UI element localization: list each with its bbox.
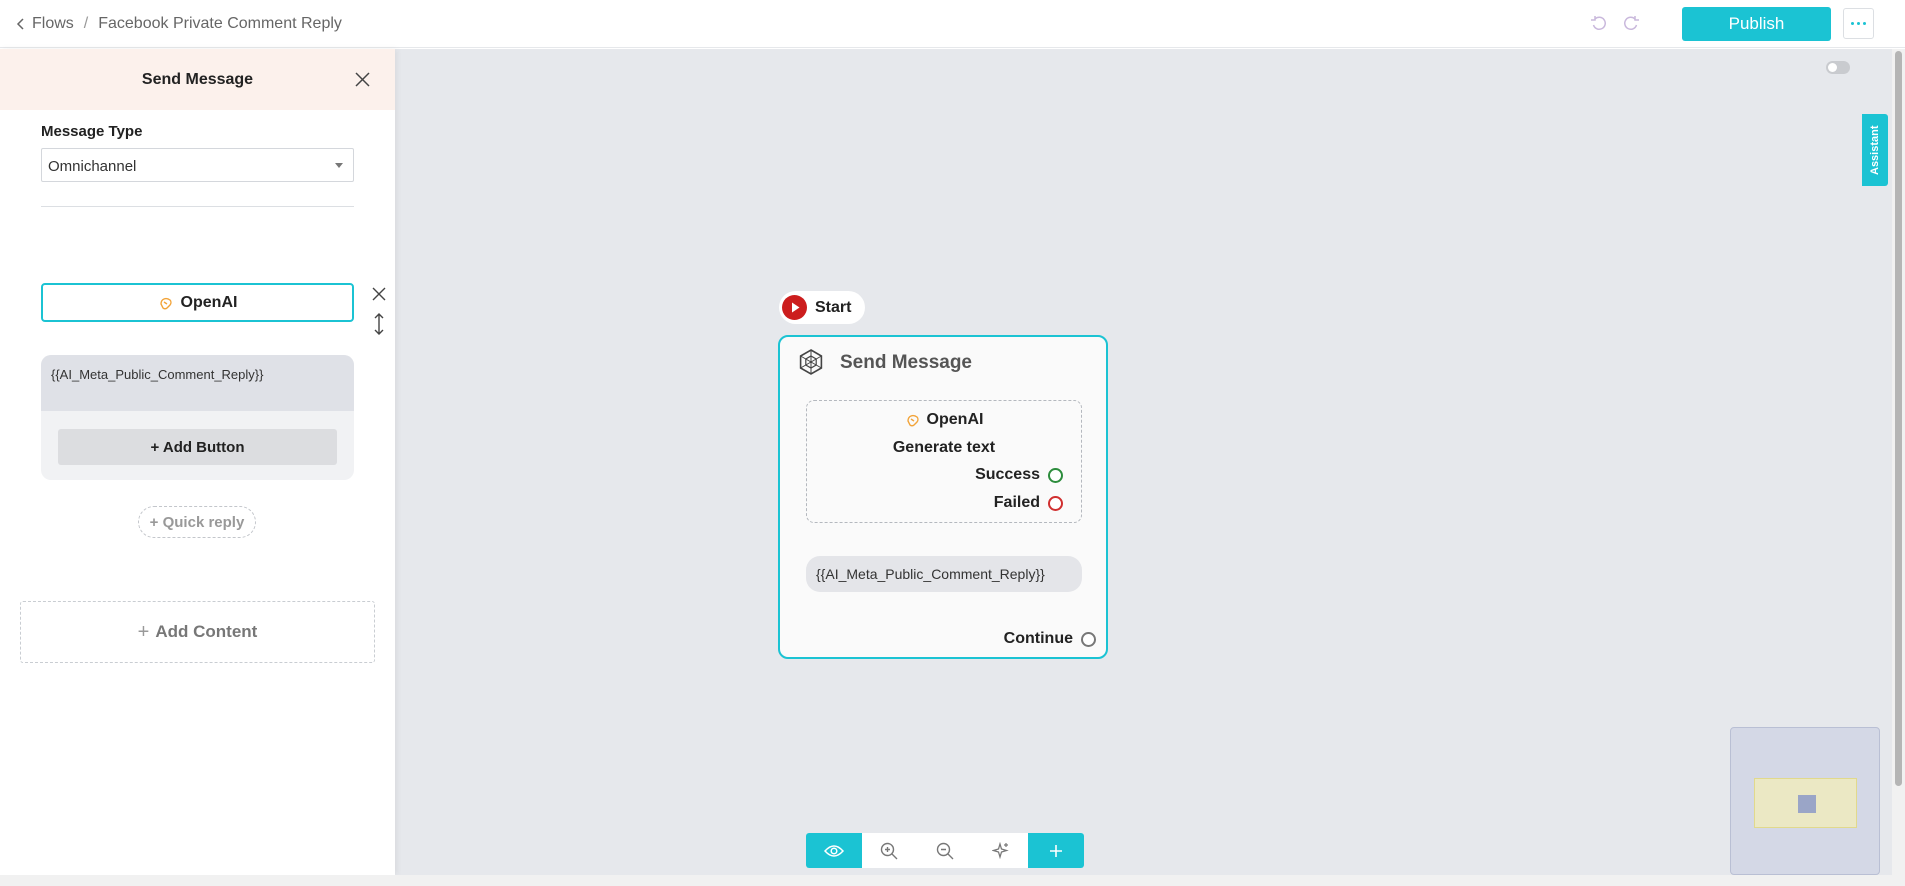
failed-label: Failed — [993, 494, 1040, 511]
openai-content-card[interactable]: OpenAI — [41, 283, 354, 322]
caret-down-icon — [335, 163, 343, 168]
canvas-toolbar — [806, 833, 1084, 868]
scrollbar-thumb[interactable] — [1895, 51, 1902, 786]
close-icon[interactable] — [354, 71, 371, 88]
breadcrumb-separator: / — [83, 15, 89, 32]
add-content-label: Add Content — [155, 622, 258, 641]
zoom-out-icon — [936, 842, 954, 859]
message-content-box: {{AI_Meta_Public_Comment_Reply}} + Add B… — [41, 355, 354, 480]
assistant-tab[interactable]: Assistant — [1862, 114, 1888, 186]
breadcrumb-current: Facebook Private Comment Reply — [98, 15, 342, 32]
node-title: Send Message — [840, 352, 972, 373]
openai-action: Generate text — [892, 439, 996, 456]
plus-icon — [1050, 844, 1063, 857]
publish-button[interactable]: Publish — [1682, 7, 1831, 41]
panel-title: Send Message — [141, 70, 254, 88]
message-type-select[interactable]: Omnichannel — [41, 148, 354, 182]
message-type-value: Omnichannel — [48, 158, 137, 175]
panel-header: Send Message — [0, 49, 395, 110]
play-icon — [782, 295, 807, 320]
openai-card-label: OpenAI — [180, 293, 238, 311]
drag-handle-icon[interactable] — [373, 313, 385, 335]
add-button-button[interactable]: + Add Button — [58, 429, 337, 465]
quick-reply-button[interactable]: + Quick reply — [138, 506, 256, 538]
canvas-toggle[interactable] — [1826, 61, 1850, 74]
zoom-in-icon — [881, 842, 898, 859]
minimap[interactable] — [1730, 727, 1880, 875]
undo-icon[interactable] — [1590, 15, 1608, 33]
plus-icon: + — [137, 620, 150, 643]
success-label: Success — [975, 466, 1040, 483]
sparkle-icon — [991, 841, 1009, 859]
vertical-scrollbar[interactable] — [1892, 49, 1905, 886]
continue-label: Continue — [1003, 630, 1073, 647]
send-message-node[interactable]: Send Message OpenAI Generate text Succes… — [778, 335, 1108, 659]
success-port[interactable] — [1048, 467, 1063, 483]
breadcrumb-flows-link[interactable]: Flows — [32, 15, 74, 33]
minimap-viewport[interactable] — [1754, 778, 1857, 828]
breadcrumb: Flows / Facebook Private Comment Reply — [14, 0, 342, 48]
openai-icon — [159, 297, 172, 309]
start-node[interactable]: Start — [779, 291, 865, 324]
start-label: Start — [815, 298, 852, 316]
message-type-label: Message Type — [41, 123, 143, 140]
horizontal-scrollbar[interactable] — [0, 875, 1892, 886]
failed-port[interactable] — [1048, 495, 1063, 511]
more-options-button[interactable] — [1843, 8, 1874, 39]
eye-icon — [823, 844, 844, 857]
preview-button[interactable] — [806, 833, 862, 868]
divider — [41, 206, 354, 207]
chevron-left-icon[interactable] — [14, 17, 28, 31]
success-output: Success — [975, 466, 1063, 484]
top-bar: Flows / Facebook Private Comment Reply P… — [0, 0, 1905, 48]
continue-port[interactable] — [1081, 631, 1096, 647]
openai-block-name: OpenAI — [807, 411, 1081, 429]
openai-icon — [906, 414, 919, 427]
zoom-out-button[interactable] — [917, 833, 973, 868]
add-content-button[interactable]: + Add Content — [20, 601, 375, 663]
add-node-button[interactable] — [1028, 833, 1084, 868]
zoom-in-button[interactable] — [862, 833, 918, 868]
auto-layout-button[interactable] — [973, 833, 1029, 868]
openai-name-label: OpenAI — [926, 411, 984, 428]
ellipsis-icon — [1851, 22, 1854, 25]
continue-output: Continue — [1004, 630, 1096, 648]
hexagon-network-icon — [799, 349, 823, 375]
openai-block[interactable]: OpenAI Generate text Success Failed — [806, 400, 1082, 523]
node-message-preview: {{AI_Meta_Public_Comment_Reply}} — [806, 556, 1082, 592]
redo-icon[interactable] — [1622, 15, 1640, 33]
minimap-node — [1798, 795, 1816, 813]
failed-output: Failed — [994, 494, 1063, 512]
message-text-field[interactable]: {{AI_Meta_Public_Comment_Reply}} — [41, 355, 354, 411]
remove-content-icon[interactable] — [371, 286, 387, 302]
